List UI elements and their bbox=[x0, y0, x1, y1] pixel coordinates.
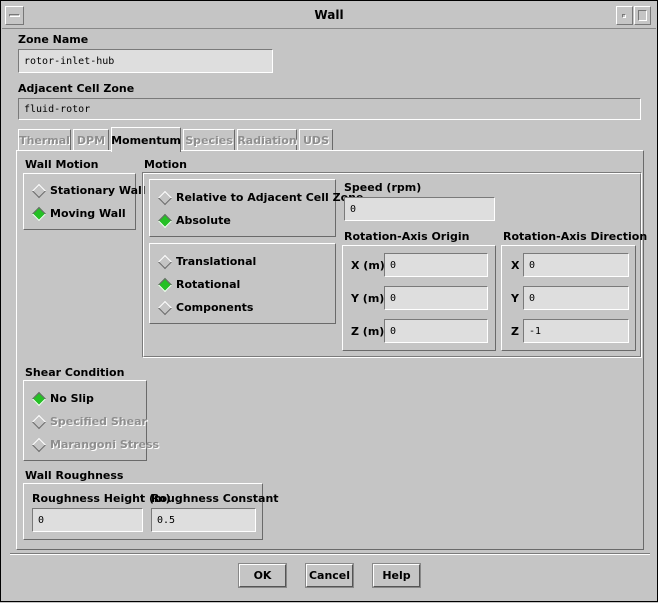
marangoni-stress-label: Marangoni Stress bbox=[50, 438, 160, 451]
origin-y-field[interactable]: 0 bbox=[384, 286, 488, 310]
direction-z-field[interactable]: -1 bbox=[523, 319, 629, 343]
roughness-constant-field[interactable]: 0.5 bbox=[151, 508, 256, 532]
direction-y-field[interactable]: 0 bbox=[523, 286, 629, 310]
radio-indicator-icon bbox=[157, 300, 173, 315]
wall-motion-label: Wall Motion bbox=[25, 158, 99, 171]
radio-indicator-icon bbox=[157, 190, 173, 205]
absolute-label: Absolute bbox=[176, 214, 231, 227]
specified-shear-label: Specified Shear bbox=[50, 415, 147, 428]
motion-label: Motion bbox=[144, 158, 187, 171]
relative-to-adjacent-cell-zone-radio[interactable]: Relative to Adjacent Cell Zone bbox=[157, 190, 364, 205]
speed-field[interactable]: 0 bbox=[344, 197, 495, 221]
direction-z-label: Z bbox=[511, 325, 519, 338]
rotational-label: Rotational bbox=[176, 278, 241, 291]
radio-indicator-icon bbox=[31, 437, 47, 452]
direction-y-label: Y bbox=[511, 292, 519, 305]
origin-x-label: X (m) bbox=[351, 259, 385, 272]
components-label: Components bbox=[176, 301, 254, 314]
marangoni-stress-radio[interactable]: Marangoni Stress bbox=[31, 437, 160, 452]
no-slip-label: No Slip bbox=[50, 392, 94, 405]
absolute-radio[interactable]: Absolute bbox=[157, 213, 231, 228]
rotation-axis-origin-label: Rotation-Axis Origin bbox=[344, 230, 470, 243]
radio-indicator-icon bbox=[31, 206, 47, 221]
moving-wall-label: Moving Wall bbox=[50, 207, 126, 220]
stationary-wall-radio[interactable]: Stationary Wall bbox=[31, 183, 146, 198]
origin-x-field[interactable]: 0 bbox=[384, 253, 488, 277]
moving-wall-radio[interactable]: Moving Wall bbox=[31, 206, 126, 221]
origin-y-label: Y (m) bbox=[351, 292, 385, 305]
specified-shear-radio[interactable]: Specified Shear bbox=[31, 414, 147, 429]
direction-x-field[interactable]: 0 bbox=[523, 253, 629, 277]
wall-dialog: Wall Zone Name rotor-inlet-hub Adjacent … bbox=[0, 0, 658, 602]
relative-to-adjacent-cell-zone-label: Relative to Adjacent Cell Zone bbox=[176, 191, 364, 204]
radio-indicator-icon bbox=[31, 183, 47, 198]
shear-condition-label: Shear Condition bbox=[25, 366, 125, 379]
rotational-radio[interactable]: Rotational bbox=[157, 277, 241, 292]
rotation-axis-direction-label: Rotation-Axis Direction bbox=[503, 230, 648, 243]
wall-roughness-label: Wall Roughness bbox=[25, 469, 124, 482]
speed-label: Speed (rpm) bbox=[344, 181, 422, 194]
radio-indicator-icon bbox=[157, 213, 173, 228]
radio-indicator-icon bbox=[157, 277, 173, 292]
no-slip-radio[interactable]: No Slip bbox=[31, 391, 94, 406]
roughness-constant-label: Roughness Constant bbox=[151, 492, 279, 505]
components-radio[interactable]: Components bbox=[157, 300, 254, 315]
stationary-wall-label: Stationary Wall bbox=[50, 184, 146, 197]
origin-z-label: Z (m) bbox=[351, 325, 385, 338]
roughness-height-label: Roughness Height (m) bbox=[32, 492, 171, 505]
radio-indicator-icon bbox=[31, 414, 47, 429]
translational-radio[interactable]: Translational bbox=[157, 254, 257, 269]
motion-reference-group bbox=[149, 179, 336, 237]
roughness-height-field[interactable]: 0 bbox=[32, 508, 143, 532]
wall-motion-group bbox=[23, 173, 136, 230]
translational-label: Translational bbox=[176, 255, 257, 268]
radio-indicator-icon bbox=[31, 391, 47, 406]
radio-indicator-icon bbox=[157, 254, 173, 269]
direction-x-label: X bbox=[511, 259, 520, 272]
origin-z-field[interactable]: 0 bbox=[384, 319, 488, 343]
